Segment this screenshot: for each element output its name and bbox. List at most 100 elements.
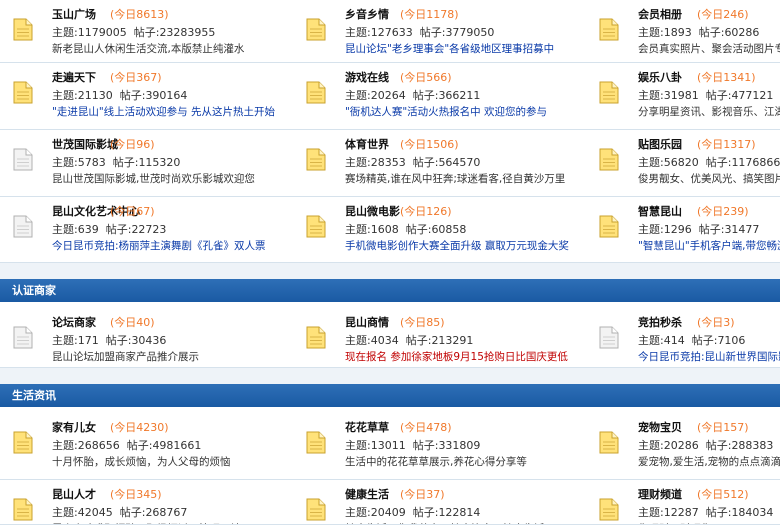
forum-name-link[interactable]: 昆山微电影: [345, 203, 400, 219]
forum-name-link[interactable]: 游戏在线: [345, 69, 389, 85]
folder-old-icon[interactable]: [598, 324, 620, 350]
topics-count: 20264: [370, 89, 406, 102]
posts-label: 帖子:: [105, 223, 132, 236]
forum-description: 昆山人才求职招聘、职场探讨、管理天地: [52, 521, 241, 524]
folder-new-icon[interactable]: [12, 79, 34, 105]
forum-stats: 主题:1608 帖子:60858: [345, 221, 466, 237]
topics-count: 414: [663, 334, 685, 347]
folder-old-icon[interactable]: [12, 146, 34, 172]
forum-name-link[interactable]: 理财频道: [638, 486, 682, 502]
forum-description[interactable]: 昆山论坛"老乡理事会"各省级地区理事招募中: [345, 41, 554, 56]
forum-cell: 家有儿女 (今日4230) 主题:268656 帖子:4981661 十月怀胎，成长烦…: [0, 413, 293, 479]
stats-gap: [699, 439, 706, 452]
stats-gap: [399, 334, 406, 347]
stats-gap: [106, 156, 113, 169]
forum-stats: 主题:1296 帖子:31477: [638, 221, 759, 237]
forum-name-link[interactable]: 体育世界: [345, 136, 389, 152]
folder-new-icon[interactable]: [305, 496, 327, 522]
topics-count: 268656: [77, 439, 120, 452]
forum-name-link[interactable]: 走遍天下: [52, 69, 96, 85]
forum-name-link[interactable]: 昆山商情: [345, 314, 389, 330]
forum-name-link[interactable]: 健康生活: [345, 486, 389, 502]
stats-gap: [120, 439, 127, 452]
forum-name-link[interactable]: 花花草草: [345, 419, 389, 435]
folder-new-icon[interactable]: [12, 496, 34, 522]
posts-label: 帖子:: [705, 156, 732, 169]
today-count: (今日1341): [697, 71, 756, 84]
forum-name-link[interactable]: 会员相册: [638, 6, 682, 22]
folder-new-icon[interactable]: [598, 146, 620, 172]
forum-name-link[interactable]: 宠物宝贝: [638, 419, 682, 435]
stats-gap: [99, 334, 106, 347]
forum-name-link[interactable]: 娱乐八卦: [638, 69, 682, 85]
forum-name-link[interactable]: 论坛商家: [52, 314, 96, 330]
stats-gap: [692, 26, 699, 39]
folder-new-icon[interactable]: [305, 429, 327, 455]
forum-cell: 昆山商情 (今日85) 主题:4034 帖子:213291 现在报名 参加徐家地板9月…: [293, 308, 586, 367]
posts-label: 帖子:: [412, 439, 439, 452]
posts-count: 331809: [438, 439, 481, 452]
forum-description[interactable]: "智慧昆山"手机客户端,带您畅游昆山: [638, 238, 780, 253]
forum-cell: 世茂国际影城 (今日96) 主题:5783 帖子:115320 昆山世茂国际影城,世茂…: [0, 130, 293, 196]
forum-description: 你理财，财理你: [638, 521, 712, 524]
topics-count: 1608: [370, 223, 399, 236]
today-count: (今日8613): [110, 8, 169, 21]
stats-gap: [413, 26, 420, 39]
topics-label: 主题:: [345, 26, 371, 39]
forum-name-link[interactable]: 昆山人才: [52, 486, 96, 502]
folder-new-icon[interactable]: [305, 324, 327, 350]
today-count: (今日85): [400, 316, 445, 329]
folder-new-icon[interactable]: [305, 146, 327, 172]
today-count: (今日239): [697, 205, 749, 218]
folder-new-icon[interactable]: [598, 213, 620, 239]
forum-stats: 主题:20264 帖子:366211: [345, 87, 480, 103]
posts-count: 60858: [431, 223, 467, 236]
forum-name-link[interactable]: 智慧昆山: [638, 203, 682, 219]
forum-name-link[interactable]: 乡音乡情: [345, 6, 389, 22]
folder-new-icon[interactable]: [305, 79, 327, 105]
forum-stats: 主题:171 帖子:30436: [52, 332, 166, 348]
folder-new-icon[interactable]: [598, 429, 620, 455]
folder-old-icon[interactable]: [12, 324, 34, 350]
folder-new-icon[interactable]: [598, 16, 620, 42]
forum-cell: 走遍天下 (今日367) 主题:21130 帖子:390164 "走进昆山"线上活动欢…: [0, 63, 293, 129]
topics-label: 主题:: [638, 506, 664, 519]
forum-name-link[interactable]: 竞拍秒杀: [638, 314, 682, 330]
posts-label: 帖子:: [405, 334, 432, 347]
folder-new-icon[interactable]: [305, 16, 327, 42]
forum-description[interactable]: "走进昆山"线上活动欢迎参与 先从这片热土开始: [52, 104, 275, 119]
forum-cell: 会员相册 (今日246) 主题:1893 帖子:60286 会员真实照片、聚会活动图片…: [586, 0, 780, 62]
section-header: 生活资讯: [0, 384, 780, 407]
posts-label: 帖子:: [119, 506, 146, 519]
forum-description[interactable]: 手机微电影创作大赛全面升级 赢取万元现金大奖: [345, 238, 569, 253]
folder-new-icon[interactable]: [305, 213, 327, 239]
today-count: (今日3): [697, 316, 735, 329]
today-count: (今日566): [400, 71, 452, 84]
posts-label: 帖子:: [412, 506, 439, 519]
forum-name-link[interactable]: 贴图乐园: [638, 136, 682, 152]
topics-label: 主题:: [638, 156, 664, 169]
posts-label: 帖子:: [119, 89, 146, 102]
forum-name-link[interactable]: 玉山广场: [52, 6, 96, 22]
folder-new-icon[interactable]: [12, 16, 34, 42]
folder-old-icon[interactable]: [12, 213, 34, 239]
forum-description[interactable]: 现在报名 参加徐家地板9月15抢购日比国庆更低: [345, 349, 568, 364]
forum-description[interactable]: 今日昆币竞拍:昆山新世界国际影城电影票: [638, 349, 780, 364]
posts-label: 帖子:: [705, 439, 732, 452]
forum-stats: 主题:13011 帖子:331809: [345, 437, 480, 453]
stats-gap: [406, 89, 413, 102]
forum-stats: 主题:56820 帖子:1176866: [638, 154, 780, 170]
forum-description[interactable]: "衙机达人赛"活动火热报名中 欢迎您的参与: [345, 104, 547, 119]
forum-name-link[interactable]: 家有儿女: [52, 419, 96, 435]
forum-cell: 花花草草 (今日478) 主题:13011 帖子:331809 生活中的花花草草展示,…: [293, 413, 586, 479]
today-count: (今日1506): [400, 138, 459, 151]
folder-new-icon[interactable]: [598, 79, 620, 105]
topics-count: 5783: [77, 156, 106, 169]
forum-cell: 贴图乐园 (今日1317) 主题:56820 帖子:1176866 俊男靓女、优美风光…: [586, 130, 780, 196]
forum-stats: 主题:268656 帖子:4981661: [52, 437, 201, 453]
forum-description[interactable]: 今日昆币竞拍:杨丽萍主演舞剧《孔雀》双人票: [52, 238, 266, 253]
forum-name-link[interactable]: 世茂国际影城: [52, 136, 118, 152]
folder-new-icon[interactable]: [12, 429, 34, 455]
posts-label: 帖子:: [419, 26, 446, 39]
folder-new-icon[interactable]: [598, 496, 620, 522]
